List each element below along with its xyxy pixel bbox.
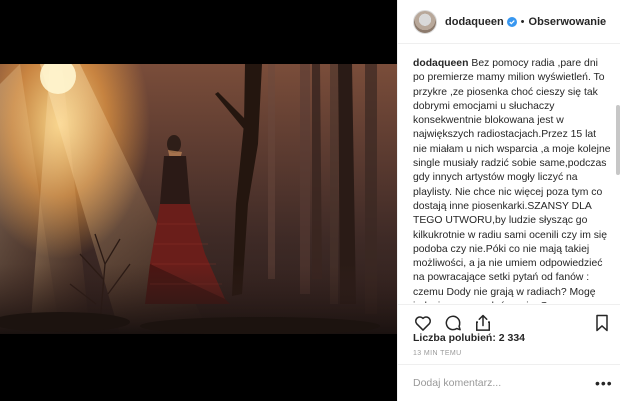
post-photo[interactable] — [0, 64, 397, 334]
caption-scrollbar[interactable] — [616, 105, 620, 175]
bookmark-icon — [596, 314, 608, 331]
verified-badge-icon — [506, 16, 517, 27]
comment-button[interactable] — [442, 312, 464, 334]
header-username[interactable]: dodaqueen — [445, 16, 504, 28]
like-button[interactable] — [412, 312, 434, 334]
caption-text: Bez pomocy radia ,pare dni po premierze … — [413, 58, 611, 303]
post-timestamp[interactable]: 13 MIN TEMU — [413, 350, 462, 357]
save-button[interactable] — [591, 312, 613, 334]
comment-input[interactable] — [413, 377, 595, 389]
post-media — [0, 0, 397, 401]
share-icon — [476, 314, 490, 331]
caption-scroll-area[interactable]: dodaqueen Bez pomocy radia ,pare dni po p… — [398, 45, 620, 303]
likes-count[interactable]: Liczba polubień: 2 334 — [413, 332, 525, 344]
caption-username[interactable]: dodaqueen — [413, 58, 468, 69]
header-separator: • — [520, 15, 525, 28]
more-options-button[interactable]: ••• — [595, 376, 612, 390]
avatar[interactable] — [413, 9, 437, 34]
post-sidebar: dodaqueen • Obserwowanie dodaqueen Bez po… — [397, 0, 620, 401]
comment-bar: ••• — [398, 364, 620, 401]
caption: dodaqueen Bez pomocy radia ,pare dni po p… — [413, 57, 611, 303]
action-bar — [398, 304, 620, 334]
instagram-post: dodaqueen • Obserwowanie dodaqueen Bez po… — [0, 0, 620, 401]
post-header: dodaqueen • Obserwowanie — [398, 0, 620, 44]
forest-woman-illustration — [0, 64, 397, 334]
comment-icon — [445, 315, 461, 330]
heart-icon — [415, 315, 431, 331]
following-button[interactable]: Obserwowanie — [529, 16, 607, 28]
share-button[interactable] — [472, 312, 494, 334]
